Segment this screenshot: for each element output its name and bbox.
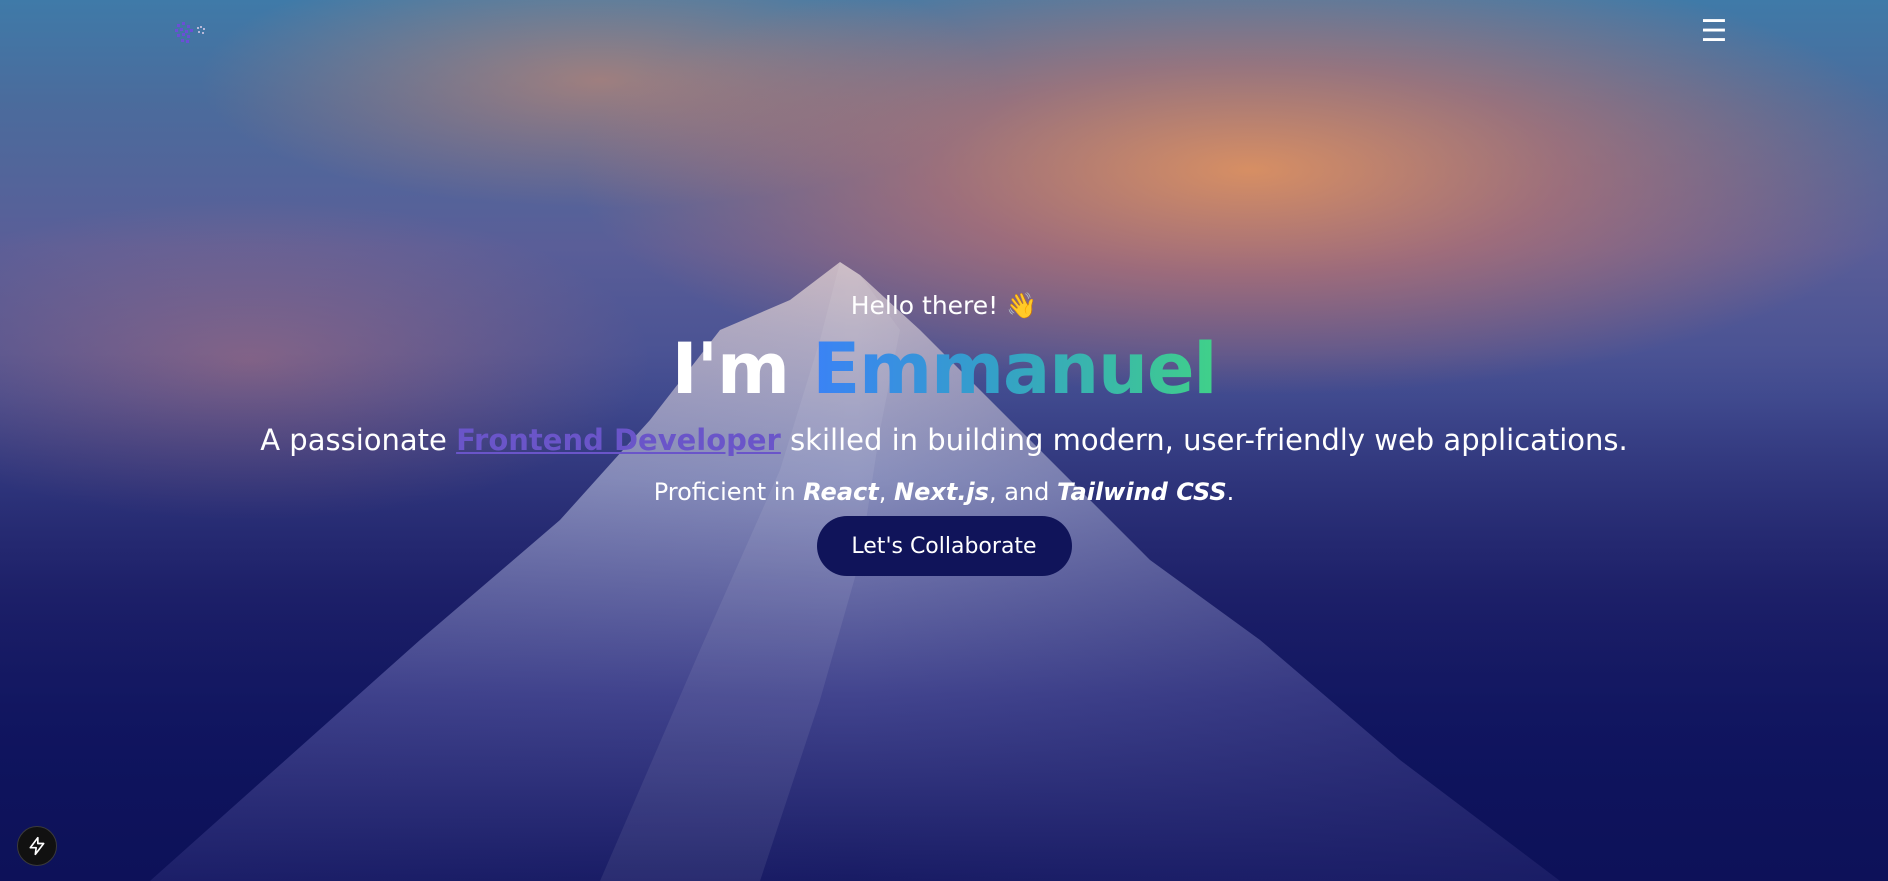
- frontend-developer-link[interactable]: Frontend Developer: [456, 423, 781, 457]
- pixel-logo-icon[interactable]: [173, 20, 213, 46]
- skills-separator-2: , and: [988, 478, 1057, 506]
- skill-tailwind: Tailwind CSS: [1057, 478, 1227, 506]
- page-title: I'm Emmanuel: [0, 328, 1888, 410]
- skill-nextjs: Next.js: [894, 478, 989, 506]
- hero-section: ☰ Hello there! 👋 I'm Emmanuel A passiona…: [0, 0, 1888, 881]
- top-navbar: ☰: [0, 0, 1888, 66]
- skill-react: React: [803, 478, 879, 506]
- hero-content: Hello there! 👋 I'm Emmanuel A passionate…: [0, 286, 1888, 576]
- greeting-text: Hello there! 👋: [850, 291, 1038, 320]
- headline-prefix: I'm: [671, 328, 813, 410]
- skills-text: Proficient in React, Next.js, and Tailwi…: [0, 472, 1888, 512]
- skills-prefix: Proficient in: [653, 478, 804, 506]
- lightning-bolt-icon[interactable]: [17, 826, 57, 866]
- headline-name: Emmanuel: [812, 328, 1217, 410]
- tagline-prefix: A passionate: [260, 423, 457, 457]
- hamburger-menu-icon[interactable]: ☰: [1696, 14, 1732, 50]
- tagline-suffix: skilled in building modern, user-friendl…: [780, 423, 1628, 457]
- skills-suffix: .: [1226, 478, 1235, 506]
- lets-collaborate-button[interactable]: Let's Collaborate: [816, 516, 1072, 576]
- tagline: A passionate Frontend Developer skilled …: [0, 418, 1888, 462]
- skills-separator-1: ,: [878, 478, 894, 506]
